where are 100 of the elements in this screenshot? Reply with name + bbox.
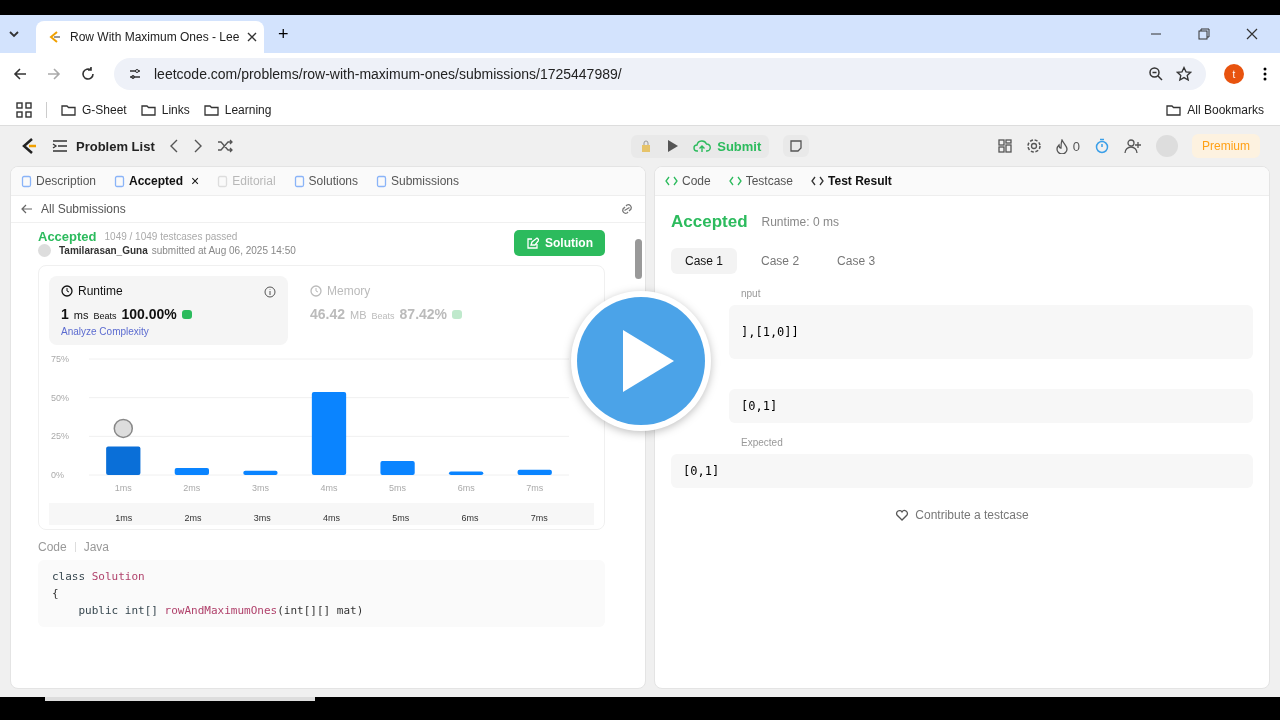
stat-unit: MB	[350, 309, 367, 321]
panel-tab[interactable]: Description	[21, 174, 97, 188]
status-text: Accepted	[38, 229, 97, 244]
tab-icon	[811, 175, 825, 187]
scrollbar-thumb[interactable]	[635, 239, 642, 279]
expected-label: Expected	[740, 437, 784, 448]
previous-icon[interactable]	[168, 139, 179, 153]
x-tick-label: 6ms	[457, 483, 475, 493]
bar[interactable]	[106, 446, 141, 475]
panel-tab[interactable]: Solutions	[293, 174, 358, 188]
stat-title: Memory	[327, 284, 371, 298]
heart-icon	[895, 509, 910, 521]
profile-avatar[interactable]: t	[1224, 64, 1244, 84]
analyze-complexity-link[interactable]: Analyze Complexity	[61, 326, 276, 337]
clap-icon	[452, 310, 463, 319]
testcases-passed: 1049 / 1049 testcases passed	[104, 231, 238, 242]
navigator-label: 6ms	[461, 513, 479, 523]
back-icon[interactable]	[12, 66, 28, 82]
add-user-icon[interactable]	[1124, 138, 1142, 154]
case-tab[interactable]: Case 1	[671, 248, 738, 274]
bookmark[interactable]: Learning	[203, 103, 272, 117]
new-tab-button[interactable]: +	[272, 23, 295, 45]
bar[interactable]	[517, 469, 552, 475]
chart-navigator[interactable]: 1ms 2ms 3ms 4ms 5ms 6ms 7ms	[49, 503, 594, 525]
x-tick-label: 3ms	[251, 483, 269, 493]
panel-tab[interactable]: Code	[665, 174, 711, 188]
zoom-icon[interactable]	[1148, 66, 1164, 82]
beats-label: Beats	[93, 311, 117, 321]
star-icon[interactable]	[1176, 66, 1192, 82]
stat-value: 46.42	[310, 306, 346, 322]
stat-icon	[61, 285, 73, 297]
input-label: nput	[740, 288, 762, 299]
panel-tab[interactable]: Testcase	[728, 174, 794, 188]
shuffle-icon[interactable]	[216, 139, 233, 153]
username[interactable]: Tamilarasan_Guna	[59, 245, 148, 256]
info-icon[interactable]	[264, 286, 276, 298]
stat-title: Runtime	[78, 284, 123, 298]
link-icon[interactable]	[619, 203, 635, 215]
bar[interactable]	[449, 471, 484, 475]
apps-icon[interactable]	[16, 102, 32, 118]
folder-icon	[140, 104, 156, 116]
contribute-testcase-link[interactable]: Contribute a testcase	[895, 508, 1029, 522]
all-submissions-link[interactable]: All Submissions	[21, 202, 126, 216]
x-tick-label: 2ms	[183, 483, 201, 493]
folder-icon	[203, 104, 219, 116]
tab-icon	[114, 174, 126, 188]
bar[interactable]	[311, 391, 347, 475]
close-tab-button[interactable]: ×	[191, 173, 200, 189]
edit-icon	[526, 236, 539, 250]
bar[interactable]	[243, 470, 278, 475]
navigator-label: 3ms	[253, 513, 271, 523]
panel-tab[interactable]: Test Result	[811, 174, 892, 188]
list-icon[interactable]	[52, 139, 68, 153]
close-icon[interactable]	[1246, 28, 1258, 40]
x-tick-label: 7ms	[526, 483, 544, 493]
user-avatar	[38, 244, 51, 257]
restore-icon[interactable]	[1198, 28, 1210, 40]
language-label: Java	[83, 540, 110, 554]
code-line: {	[52, 586, 60, 602]
tab-icon	[21, 174, 32, 188]
back-icon	[21, 204, 33, 214]
tab-icon	[376, 174, 387, 188]
x-tick-label: 1ms	[114, 483, 132, 493]
layout-icon[interactable]	[997, 139, 1012, 153]
reload-icon[interactable]	[80, 66, 96, 82]
case-tab[interactable]: Case 3	[823, 248, 890, 274]
stat-panel[interactable]: Runtime 1 ms Beats 100.00% Analyze Complexity	[49, 276, 288, 345]
run-icon[interactable]	[667, 139, 680, 153]
browser-tab[interactable]: Row With Maximum Ones - Lee	[36, 21, 264, 53]
address-bar[interactable]: leetcode.com/problems/row-with-maximum-ones/submissions/1725447989/	[114, 58, 1206, 90]
input-value: ],[1,0]]	[729, 305, 1253, 359]
y-tick-label: 75%	[51, 354, 69, 364]
tab-icon	[728, 175, 742, 187]
bookmark[interactable]: G-Sheet	[61, 103, 127, 117]
note-icon[interactable]	[789, 139, 804, 153]
cloud-upload-icon	[693, 139, 712, 153]
tab-icon	[217, 174, 229, 188]
settings-icon[interactable]	[1025, 138, 1042, 154]
bookmark[interactable]: Links	[140, 103, 190, 117]
code-line: class Solution	[52, 569, 146, 585]
bar[interactable]	[174, 468, 209, 475]
x-tick-label: 5ms	[389, 483, 407, 493]
stat-unit: ms	[73, 309, 89, 321]
panel-tab[interactable]: Accepted ×	[114, 173, 200, 189]
case-tab[interactable]: Case 2	[747, 248, 814, 274]
beats-percent: 87.42%	[399, 306, 448, 322]
beats-label: Beats	[371, 311, 395, 321]
navigator-label: 2ms	[184, 513, 202, 523]
next-icon[interactable]	[192, 139, 203, 153]
leetcode-logo-icon[interactable]	[20, 136, 38, 156]
menu-icon[interactable]	[1262, 66, 1268, 82]
scrollbar-thumb[interactable]	[45, 697, 315, 701]
all-bookmarks[interactable]: All Bookmarks	[1166, 103, 1264, 117]
panel-tab[interactable]: Submissions	[376, 174, 459, 188]
y-tick-label: 0%	[51, 470, 64, 480]
problem-list-link[interactable]: Problem List	[76, 138, 155, 154]
site-settings-icon[interactable]	[128, 67, 142, 81]
site-logo-icon	[48, 30, 62, 44]
streak-counter[interactable]: 0	[1055, 138, 1080, 154]
close-icon[interactable]	[247, 32, 258, 42]
